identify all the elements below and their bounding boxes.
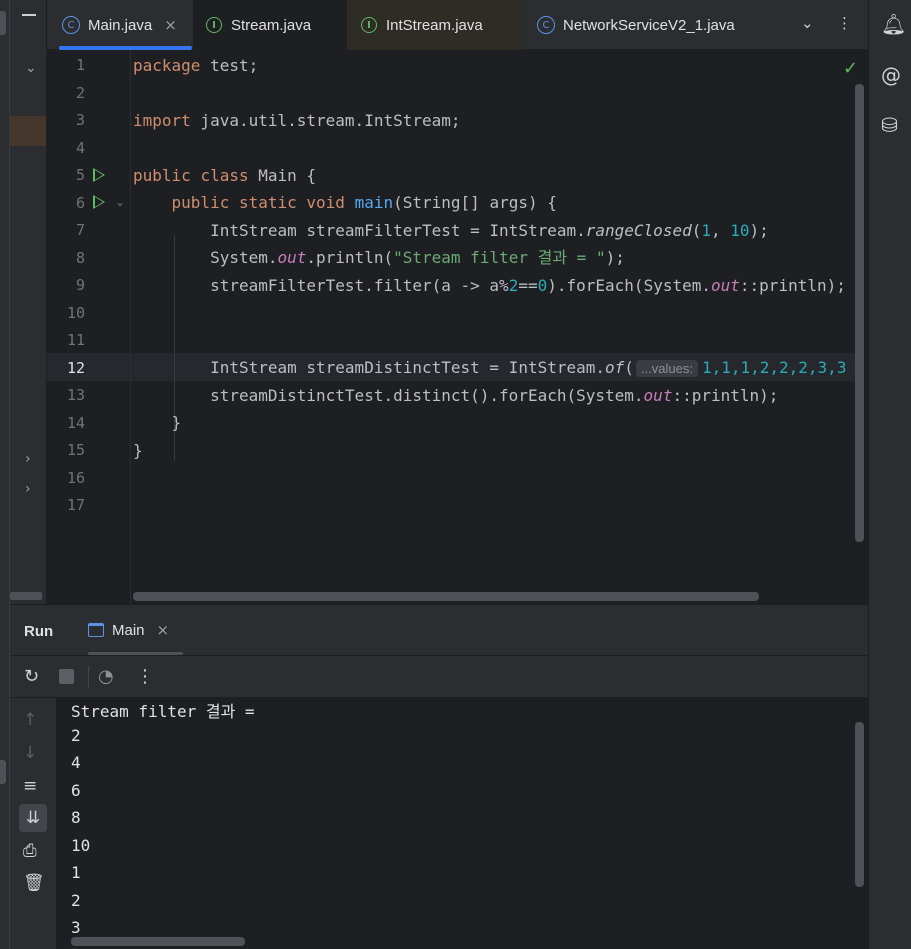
run-side-toolbar: ↑ ↓ ≡ ⇊ ⎙ 🗑︎ (10, 698, 57, 949)
console-vertical-scrollbar[interactable] (855, 722, 864, 887)
rerun-icon[interactable]: ↻ (24, 666, 39, 687)
line-number: 1 (75, 56, 85, 74)
line-number: 3 (75, 111, 85, 129)
console-line: 3 (71, 918, 81, 937)
more-vertical-icon[interactable]: ⋮ (136, 666, 154, 687)
toolbar-separator (88, 666, 89, 688)
code-line-14: } (133, 413, 182, 432)
tab-networkservice-java[interactable]: C NetworkServiceV2_1.java (523, 0, 773, 50)
close-icon[interactable]: × (157, 621, 170, 639)
code-line-7: IntStream streamFilterTest = IntStream.r… (133, 221, 769, 240)
editor-vertical-scrollbar[interactable] (855, 84, 864, 542)
code-editor[interactable]: 1 2 3 4 5 6 7 8 9 10 11 12 13 14 15 16 1… (47, 50, 868, 604)
no-problems-check-icon[interactable]: ✓ (843, 58, 858, 79)
code-line-12: IntStream streamDistinctTest = IntStream… (133, 358, 847, 377)
database-icon[interactable]: ⛁ (881, 113, 898, 137)
run-window-icon (88, 623, 104, 637)
run-tab-main[interactable]: Main × (88, 605, 184, 655)
run-panel-header: Run Main × (10, 604, 868, 656)
tab-label: Main.java (88, 16, 153, 34)
chevron-right-icon[interactable]: › (25, 451, 31, 467)
line-number: 11 (66, 331, 85, 349)
minimize-icon[interactable] (22, 14, 36, 16)
interface-icon: I (361, 17, 377, 33)
arrow-up-icon[interactable]: ↑ (23, 710, 37, 730)
tab-stream-java[interactable]: I Stream.java (193, 0, 347, 50)
line-number-current: 12 (66, 359, 85, 377)
arrow-down-icon[interactable]: ↓ (23, 743, 37, 763)
fold-icon[interactable]: ⌄ (115, 195, 125, 209)
line-number: 9 (75, 276, 85, 294)
console-horizontal-scrollbar[interactable] (71, 937, 245, 946)
console-line: 4 (71, 753, 81, 772)
code-line-3: import java.util.stream.IntStream; (133, 111, 461, 130)
class-icon: C (537, 16, 555, 34)
line-number: 14 (66, 414, 85, 432)
console-line: 2 (71, 726, 81, 745)
line-number: 5 (75, 166, 85, 184)
structure-gutter: ⌄ › › (10, 0, 47, 604)
tab-label: IntStream.java (386, 16, 483, 34)
more-vertical-icon[interactable]: ⋮ (837, 14, 852, 32)
notifications-bell-icon[interactable]: 🔔︎ (881, 12, 906, 36)
code-line-9: streamFilterTest.filter(a -> a%2==0).for… (133, 276, 846, 295)
code-line-1: package test; (133, 56, 259, 75)
run-panel-title: Run (24, 623, 54, 640)
left-tool-strip (0, 0, 10, 949)
stop-icon[interactable] (59, 669, 74, 684)
console-line: 10 (71, 836, 91, 855)
code-line-15: } (133, 441, 143, 460)
line-number: 15 (66, 441, 85, 459)
editor-horizontal-scrollbar[interactable] (133, 592, 759, 601)
chevron-down-icon[interactable]: ⌄ (801, 14, 814, 32)
code-line-13: streamDistinctTest.distinct().forEach(Sy… (133, 386, 779, 405)
line-number: 17 (66, 496, 85, 514)
horizontal-scrollbar[interactable] (10, 592, 42, 600)
line-gutter: 1 2 3 4 5 6 7 8 9 10 11 12 13 14 15 16 1… (47, 50, 131, 604)
run-gutter-icon[interactable] (93, 168, 105, 182)
trash-icon[interactable]: 🗑︎ (23, 873, 45, 893)
tab-main-java[interactable]: C Main.java × (55, 0, 192, 50)
tab-label: NetworkServiceV2_1.java (563, 16, 735, 34)
line-number: 4 (75, 139, 85, 157)
parameter-hint: ...values: (635, 360, 698, 377)
line-number: 13 (66, 386, 85, 404)
console-output[interactable]: Stream filter 결과 = 2 4 6 8 10 1 2 3 (57, 698, 868, 949)
soft-wrap-icon[interactable]: ≡ (23, 776, 37, 796)
ai-assistant-icon[interactable]: @ (881, 63, 901, 87)
console-line: 2 (71, 891, 81, 910)
run-gutter-icon[interactable] (93, 195, 105, 209)
chevron-down-icon[interactable]: ⌄ (25, 60, 37, 76)
line-number: 10 (66, 304, 85, 322)
console-line: 1 (71, 863, 81, 882)
chevron-right-icon[interactable]: › (25, 481, 31, 497)
console-line: 6 (71, 781, 81, 800)
console-line: Stream filter 결과 = (71, 702, 255, 721)
line-number: 2 (75, 84, 85, 102)
profiler-icon[interactable]: ◔ (98, 666, 114, 687)
code-line-5: public class Main { (133, 166, 317, 185)
class-icon: C (62, 16, 80, 34)
line-number: 7 (75, 221, 85, 239)
console-line: 8 (71, 808, 81, 827)
code-line-8: System.out.println("Stream filter 결과 = "… (133, 248, 625, 267)
interface-icon: I (206, 17, 222, 33)
line-number: 6 (75, 194, 85, 212)
close-icon[interactable]: × (164, 16, 177, 34)
line-number: 8 (75, 249, 85, 267)
code-line-6: public static void main(String[] args) { (171, 193, 557, 212)
tab-label: Stream.java (231, 16, 312, 34)
run-tab-label: Main (112, 621, 145, 639)
panel-handle[interactable] (0, 11, 6, 35)
highlight-marker (10, 116, 46, 146)
print-icon[interactable]: ⎙ (23, 841, 37, 861)
panel-handle[interactable] (0, 760, 6, 784)
run-toolbar: ↻ ◔ ⋮ (10, 656, 868, 698)
editor-tab-bar: C Main.java × I Stream.java I IntStream.… (47, 0, 868, 50)
right-tool-bar: 🔔︎ @ ⛁ (868, 0, 911, 949)
line-number: 16 (66, 469, 85, 487)
scroll-to-end-icon[interactable]: ⇊ (19, 804, 47, 832)
tab-intstream-java[interactable]: I IntStream.java (347, 0, 522, 50)
